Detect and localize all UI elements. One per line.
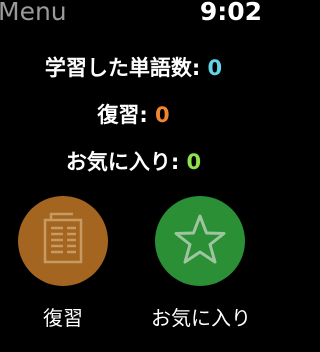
star-icon bbox=[174, 214, 226, 264]
review-button[interactable] bbox=[18, 196, 108, 286]
learned-words-count: 0 bbox=[207, 56, 223, 80]
review-label: 復習: bbox=[97, 103, 148, 127]
favorites-count: 0 bbox=[186, 150, 202, 174]
favorites-label: お気に入り: bbox=[65, 150, 180, 174]
learned-words-stat: 学習した単語数: 0 bbox=[0, 52, 267, 82]
review-button-label[interactable]: 復習 bbox=[18, 302, 108, 331]
back-menu-button[interactable]: Menu bbox=[0, 0, 67, 26]
clock: 9:02 bbox=[199, 0, 262, 26]
status-bar: Menu 9:02 bbox=[0, 0, 267, 30]
document-icon bbox=[43, 212, 83, 264]
review-stat: 復習: 0 bbox=[0, 99, 267, 129]
favorites-button[interactable] bbox=[155, 196, 245, 286]
favorites-stat: お気に入り: 0 bbox=[0, 146, 267, 176]
learned-words-label: 学習した単語数: bbox=[44, 56, 201, 80]
favorites-button-label[interactable]: お気に入り bbox=[136, 302, 266, 331]
review-count: 0 bbox=[155, 103, 170, 127]
